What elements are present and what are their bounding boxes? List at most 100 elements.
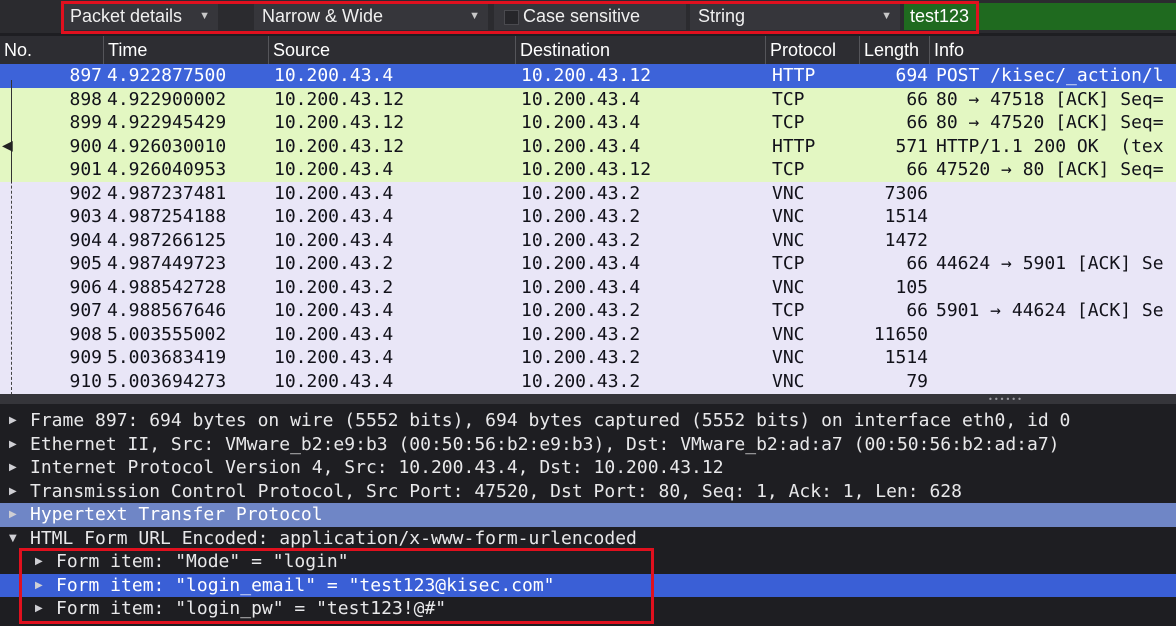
cell-no: 901 [69,159,102,180]
collapsed-arrow-icon[interactable]: ▶ [35,597,43,621]
protocol-tree-row[interactable]: ▶ Ethernet II, Src: VMware_b2:e9:b3 (00:5… [0,433,1176,457]
tree-row-text: Ethernet II, Src: VMware_b2:e9:b3 (00:50… [30,433,1060,455]
cell-time: 4.926030010 [107,135,227,157]
column-header-destination[interactable]: Destination [516,36,766,64]
cell-time: 5.003555002 [107,323,227,345]
column-header-no[interactable]: No. [0,36,104,64]
column-header-protocol[interactable]: Protocol [766,36,860,64]
cell-length: 1514 [884,347,928,368]
cell-source: 10.200.43.4 [274,65,394,86]
tree-row-text: Hypertext Transfer Protocol [30,504,323,525]
cell-info: 80 → 47518 [ACK] Seq= [936,88,1164,110]
cell-no: 899 [69,112,102,133]
cell-protocol: TCP [772,159,805,180]
character-width-value: Narrow & Wide [262,6,384,26]
cell-no: 907 [69,300,102,321]
collapsed-arrow-icon[interactable]: ▶ [9,503,17,527]
collapsed-arrow-icon[interactable]: ▶ [9,456,17,480]
cell-no: 903 [69,206,102,227]
packet-row[interactable]: 907 4.988567646 10.200.43.4 10.200.43.2 TCP 6… [0,299,1176,323]
cell-time: 4.987237481 [107,182,227,204]
protocol-tree-row[interactable]: ▶ Frame 897: 694 bytes on wire (5552 bits… [0,409,1176,433]
packet-row[interactable]: 906 4.988542728 10.200.43.2 10.200.43.4 VNC 1… [0,275,1176,299]
cell-time: 4.987449723 [107,253,227,274]
cell-destination: 10.200.43.4 [521,253,641,274]
protocol-tree-row[interactable]: ▼ HTML Form URL Encoded: application/x-ww… [0,527,1176,551]
cell-destination: 10.200.43.4 [521,276,641,298]
tree-row-text: Form item: "login_pw" = "test123!@#" [56,598,447,619]
protocol-tree-row[interactable]: ▶ Hypertext Transfer Protocol [0,503,1176,527]
packet-row[interactable]: 905 4.987449723 10.200.43.2 10.200.43.4 TCP 6… [0,252,1176,276]
chevron-down-icon: ▼ [881,10,892,22]
protocol-tree-row[interactable]: ▶ Internet Protocol Version 4, Src: 10.20… [0,456,1176,480]
packet-row[interactable]: 904 4.987266125 10.200.43.4 10.200.43.2 VNC 1… [0,228,1176,252]
column-header-source[interactable]: Source [269,36,516,64]
collapsed-arrow-icon[interactable]: ▶ [9,480,17,504]
tree-row-text: Frame 897: 694 bytes on wire (5552 bits)… [30,410,1071,431]
cell-destination: 10.200.43.2 [521,300,641,321]
protocol-tree-row[interactable]: ▶ Transmission Control Protocol, Src Port… [0,480,1176,504]
collapsed-arrow-icon[interactable]: ▶ [35,550,43,574]
collapsed-arrow-icon[interactable]: ▶ [35,574,43,598]
cell-time: 4.988567646 [107,300,227,321]
pane-splitter[interactable]: •••••• [0,394,1176,404]
collapsed-arrow-icon[interactable]: ▶ [9,409,17,433]
column-header-length[interactable]: Length [860,36,930,64]
search-input[interactable]: test123 [904,3,1176,30]
cell-no: 900 [69,135,102,157]
cell-length: 571 [895,135,928,157]
form-item-row[interactable]: ▶ Form item: "login_email" = "test123@kis… [0,573,1176,598]
cell-protocol: VNC [772,347,805,368]
packet-list-header: No. Time Source Destination Protocol Len… [0,36,1176,65]
search-type-dropdown[interactable]: String ▼ [690,3,900,30]
tree-row-text: Form item: "login_email" = "test123@kise… [56,574,555,596]
case-sensitive-checkbox[interactable]: Case sensitive [494,3,686,30]
cell-no: 902 [69,182,102,204]
cell-destination: 10.200.43.4 [521,88,641,110]
cell-destination: 10.200.43.4 [521,112,641,133]
cell-time: 4.922877500 [107,65,227,86]
cell-protocol: TCP [772,112,805,133]
packet-row[interactable]: 898 4.922900002 10.200.43.12 10.200.43.4 TCP… [0,87,1176,111]
cell-destination: 10.200.43.2 [521,206,641,227]
cell-protocol: VNC [772,276,805,298]
cell-protocol: HTTP [772,135,816,157]
cell-time: 4.988542728 [107,276,227,298]
cell-destination: 10.200.43.12 [521,159,652,180]
character-width-dropdown[interactable]: Narrow & Wide ▼ [254,3,488,30]
packet-row[interactable]: 908 5.003555002 10.200.43.4 10.200.43.2 VNC 1… [0,322,1176,346]
packet-row[interactable]: 902 4.987237481 10.200.43.4 10.200.43.2 VNC 7… [0,181,1176,205]
expanded-arrow-icon[interactable]: ▼ [9,527,17,551]
collapsed-arrow-icon[interactable]: ▶ [9,433,17,457]
cell-length: 79 [906,370,928,392]
cell-source: 10.200.43.4 [274,206,394,227]
packet-row[interactable]: 910 5.003694273 10.200.43.4 10.200.43.2 VNC 7… [0,369,1176,393]
cell-length: 66 [906,300,928,321]
form-item-row[interactable]: ▶ Form item: "Mode" = "login" [0,550,1176,574]
cell-no: 904 [69,229,102,251]
cell-length: 66 [906,88,928,110]
cell-time: 4.922900002 [107,88,227,110]
cell-length: 11650 [873,323,928,345]
packet-row[interactable]: 897 4.922877500 10.200.43.4 10.200.43.12 HTT… [0,64,1176,88]
packet-row[interactable]: 901 4.926040953 10.200.43.4 10.200.43.12 TCP… [0,158,1176,182]
cell-time: 4.987254188 [107,206,227,227]
search-input-value: test123 [910,6,970,26]
packet-row[interactable]: 909 5.003683419 10.200.43.4 10.200.43.2 VNC 1… [0,346,1176,370]
packet-row[interactable]: 899 4.922945429 10.200.43.12 10.200.43.4 TCP… [0,111,1176,135]
search-in-dropdown[interactable]: Packet details ▼ [62,3,218,30]
cell-no: 905 [69,253,102,274]
find-packet-toolbar: Packet details ▼ Narrow & Wide ▼ Case se… [0,0,1176,33]
column-header-info[interactable]: Info [930,36,1176,64]
cell-no: 908 [69,323,102,345]
cell-source: 10.200.43.4 [274,300,394,321]
cell-length: 66 [906,112,928,133]
cell-source: 10.200.43.12 [274,88,405,110]
search-type-value: String [698,6,746,26]
packet-row[interactable]: 903 4.987254188 10.200.43.4 10.200.43.2 VNC 1… [0,205,1176,229]
form-item-row[interactable]: ▶ Form item: "login_pw" = "test123!@#" [0,597,1176,621]
cell-protocol: VNC [772,182,805,204]
packet-row[interactable]: 900 4.926030010 10.200.43.12 10.200.43.4 HTT… [0,134,1176,158]
cell-no: 906 [69,276,102,298]
column-header-time[interactable]: Time [104,36,269,64]
